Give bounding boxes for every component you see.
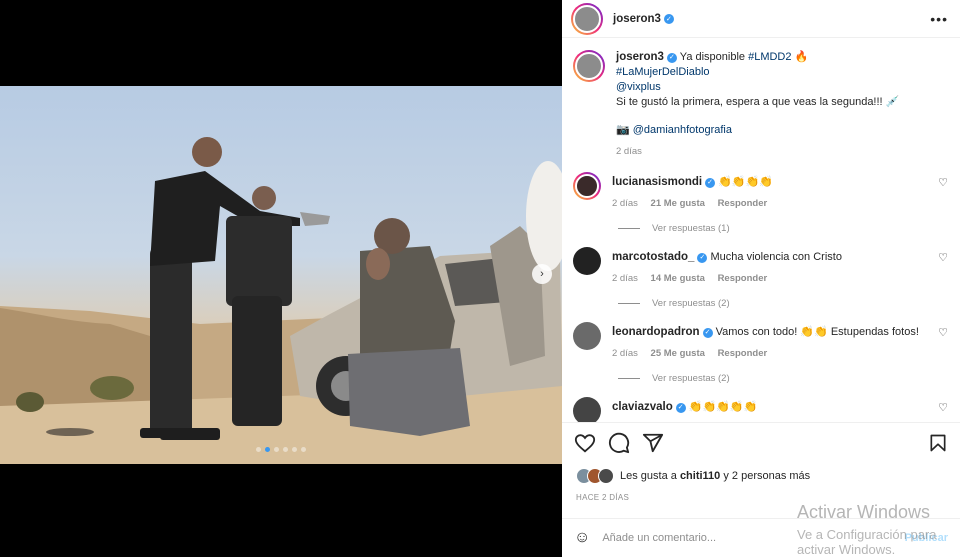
reply-button[interactable]: Responder [718,198,768,209]
action-bar [562,423,960,463]
caption-time: 2 días [616,146,642,157]
carousel-dot [265,447,270,452]
comment-item: lucianasismondi ✓ 👏👏👏👏 2 días 21 Me gusta… [562,172,960,211]
camera-emoji: 📷 [616,124,630,136]
replies-divider [618,228,640,229]
add-comment-bar: ☺ Publicar [562,518,960,557]
carousel-next-button[interactable]: › [532,264,552,284]
caption-text: Si te gustó la primera, espera a que vea… [616,96,900,108]
comment-item: claviazvalo ✓ 👏👏👏👏👏 ♡ [562,397,960,422]
post-header: joseron3 ✓ ••• [562,0,960,38]
likes-suffix[interactable]: y 2 personas más [720,470,810,482]
comments-feed[interactable]: joseron3 ✓ Ya disponible #LMDD2 🔥 #LaMuje… [562,39,960,422]
reply-button[interactable]: Responder [718,273,768,284]
liker-avatar [598,468,614,484]
commenter-username[interactable]: leonardopadron [612,326,700,338]
verified-badge-icon: ✓ [702,327,713,338]
post-actions-section: Les gusta a chiti110 y 2 personas más HA… [562,422,960,502]
publish-button[interactable]: Publicar [905,532,948,544]
author-username[interactable]: joseron3 [613,13,661,25]
verified-badge-icon: ✓ [663,13,674,24]
caption-username[interactable]: joseron3 [616,51,664,63]
verified-badge-icon: ✓ [705,177,716,188]
caption-avatar[interactable] [573,50,605,82]
comment-time[interactable]: 2 días [612,348,638,359]
comment-text: 👏👏👏👏👏 [688,401,758,413]
post-timestamp[interactable]: HACE 2 DÍAS [562,493,960,502]
media-pane: › [0,0,562,557]
commenter-username[interactable]: claviazvalo [612,401,673,413]
post-caption: joseron3 ✓ Ya disponible #LMDD2 🔥 #LaMuje… [562,50,960,159]
verified-badge-icon: ✓ [697,252,708,263]
hashtag-link[interactable]: #LMDD2 [748,51,791,63]
carousel-dot [274,447,279,452]
carousel-dot [292,447,297,452]
comment-like-icon[interactable]: ♡ [938,322,948,339]
comment-text: Mucha violencia con Cristo [710,251,842,263]
carousel-dot [256,447,261,452]
replies-divider [618,303,640,304]
bookmark-icon[interactable] [928,432,948,454]
comment-time[interactable]: 2 días [612,198,638,209]
comment-item: leonardopadron ✓ Vamos con todo! 👏👏 Estup… [562,322,960,361]
carousel-dot [283,447,288,452]
emoji-icon[interactable]: ☺ [574,529,590,547]
reply-button[interactable]: Responder [718,348,768,359]
carousel-dot [301,447,306,452]
commenter-username[interactable]: marcotostado_ [612,251,694,263]
verified-badge-icon: ✓ [675,402,686,413]
instagram-post-modal: › joseron3 ✓ ••• joseron3 ✓ Ya disponible… [0,0,960,557]
comment-time[interactable]: 2 días [612,273,638,284]
comment-like-icon[interactable]: ♡ [938,172,948,189]
comment-icon[interactable] [608,432,630,454]
caption-text: Ya disponible [679,51,749,63]
commenter-avatar[interactable] [573,322,601,350]
view-replies-button[interactable]: Ver respuestas (2) [618,298,960,309]
more-options-icon[interactable]: ••• [930,11,948,27]
view-replies-label[interactable]: Ver respuestas (2) [652,298,730,309]
commenter-avatar[interactable] [573,397,601,422]
view-replies-label[interactable]: Ver respuestas (1) [652,223,730,234]
commenter-avatar[interactable] [573,247,601,275]
comment-text: Vamos con todo! 👏👏 Estupendas fotos! [715,326,919,338]
likes-prefix: Les gusta a [620,470,680,482]
comment-like-icon[interactable]: ♡ [938,397,948,414]
chevron-right-icon: › [540,268,544,280]
fire-emoji: 🔥 [794,51,809,63]
comment-likes[interactable]: 21 Me gusta [651,198,705,209]
share-icon[interactable] [642,432,664,454]
mention-link[interactable]: @vixplus [616,81,661,93]
liker-username[interactable]: chiti110 [680,470,720,482]
commenter-username[interactable]: lucianasismondi [612,176,702,188]
liker-avatars [576,468,614,484]
mention-link[interactable]: @damianhfotografia [633,124,732,136]
comment-input[interactable] [602,532,803,544]
author-avatar[interactable] [571,2,603,35]
view-replies-button[interactable]: Ver respuestas (2) [618,373,960,384]
comment-likes[interactable]: 14 Me gusta [651,273,705,284]
comment-like-icon[interactable]: ♡ [938,247,948,264]
replies-divider [618,378,640,379]
commenter-avatar[interactable] [573,172,601,200]
photo-illustration [0,137,562,464]
comment-text: 👏👏👏👏 [718,176,773,188]
likes-summary: Les gusta a chiti110 y 2 personas más [562,463,960,489]
post-sidebar: joseron3 ✓ ••• joseron3 ✓ Ya disponible #… [562,0,960,557]
view-replies-button[interactable]: Ver respuestas (1) [618,223,960,234]
comment-item: marcotostado_ ✓ Mucha violencia con Crist… [562,247,960,286]
view-replies-label[interactable]: Ver respuestas (2) [652,373,730,384]
hashtag-link[interactable]: #LaMujerDelDiablo [616,66,710,78]
heart-icon[interactable] [574,432,596,454]
carousel-indicator [0,447,562,452]
comment-likes[interactable]: 25 Me gusta [651,348,705,359]
verified-badge-icon: ✓ [666,52,677,63]
post-photo[interactable] [0,86,562,464]
